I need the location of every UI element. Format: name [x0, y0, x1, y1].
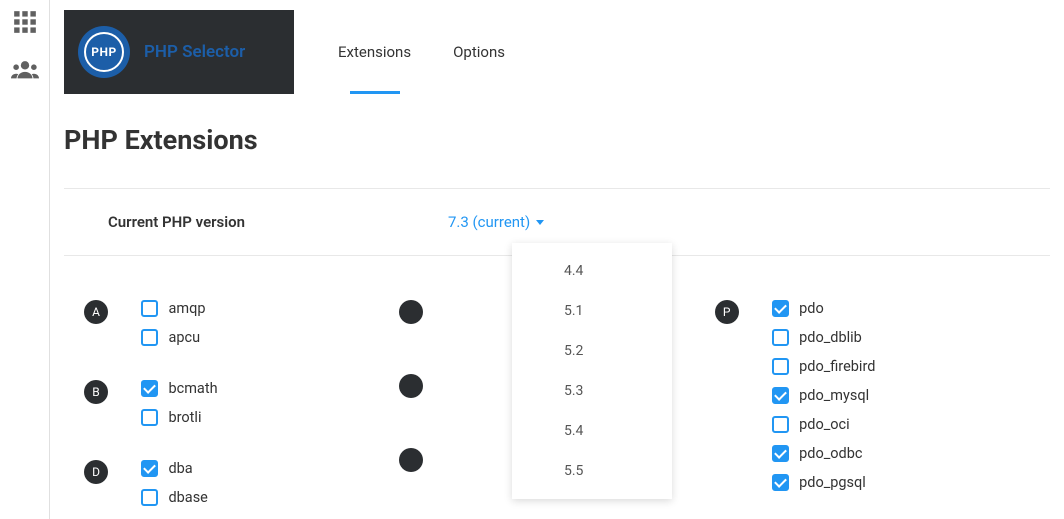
chevron-down-icon — [536, 220, 544, 225]
sidebar — [0, 0, 50, 519]
ext-label: pdo_oci — [799, 416, 850, 433]
apps-grid-icon[interactable] — [11, 8, 39, 36]
checkbox-bcmath[interactable] — [141, 380, 158, 397]
letter-badge — [399, 448, 423, 472]
checkbox-pdo-odbc[interactable] — [772, 445, 789, 462]
ext-item: dba — [141, 460, 207, 477]
ext-label: pdo — [799, 300, 824, 317]
letter-group-d: D dba dbase — [84, 460, 399, 518]
divider — [64, 188, 1050, 189]
ext-label: brotli — [168, 409, 201, 426]
checkbox-pdo-firebird[interactable] — [772, 358, 789, 375]
ext-label: amqp — [168, 300, 205, 317]
checkbox-amqp[interactable] — [141, 300, 158, 317]
ext-label: bcmath — [168, 380, 217, 397]
letter-group-b: B bcmath brotli — [84, 380, 399, 438]
version-dropdown-toggle[interactable]: 7.3 (current) — [448, 213, 544, 231]
ext-label: dba — [168, 460, 192, 477]
ext-item: pdo_firebird — [772, 358, 875, 375]
checkbox-apcu[interactable] — [141, 329, 158, 346]
dropdown-item[interactable]: 5.5 — [512, 451, 672, 491]
dropdown-item[interactable]: 5.4 — [512, 411, 672, 451]
letter-badge — [399, 374, 423, 398]
ext-item: pdo_odbc — [772, 445, 875, 462]
php-logo-icon: PHP — [78, 26, 130, 78]
content-area: PHP Extensions Current PHP version 7.3 (… — [50, 94, 1064, 519]
version-dropdown-menu: 4.4 5.1 5.2 5.3 5.4 5.5 — [512, 243, 672, 499]
column-left: A amqp apcu B — [84, 300, 399, 519]
checkbox-pdo-mysql[interactable] — [772, 387, 789, 404]
ext-item: pdo_mysql — [772, 387, 875, 404]
letter-group-a: A amqp apcu — [84, 300, 399, 358]
letter-badge: A — [84, 300, 108, 324]
users-icon[interactable] — [11, 56, 39, 84]
checkbox-brotli[interactable] — [141, 409, 158, 426]
letter-badge: P — [715, 300, 739, 324]
ext-item: pdo_pgsql — [772, 474, 875, 491]
ext-label: pdo_odbc — [799, 445, 862, 462]
ext-item: pdo_dblib — [772, 329, 875, 346]
checkbox-pdo-pgsql[interactable] — [772, 474, 789, 491]
dropdown-item[interactable]: 4.4 — [512, 251, 672, 291]
ext-label: pdo_firebird — [799, 358, 875, 375]
letter-badge — [399, 300, 423, 324]
column-right: P pdo pdo_dblib pdo_firebird — [715, 300, 1030, 519]
ext-label: pdo_pgsql — [799, 474, 866, 491]
app-title: PHP Selector — [144, 42, 245, 62]
letter-group-p: P pdo pdo_dblib pdo_firebird — [715, 300, 1030, 503]
version-row: Current PHP version 7.3 (current) 4.4 5.… — [64, 213, 1050, 255]
version-value-text: 7.3 (current) — [448, 213, 530, 231]
dropdown-item[interactable]: 5.1 — [512, 291, 672, 331]
checkbox-dba[interactable] — [141, 460, 158, 477]
main-content: PHP PHP Selector Extensions Options PHP … — [50, 0, 1064, 519]
tab-options[interactable]: Options — [449, 10, 509, 94]
ext-item: bcmath — [141, 380, 217, 397]
ext-item: dbase — [141, 489, 207, 506]
checkbox-dbase[interactable] — [141, 489, 158, 506]
page-title: PHP Extensions — [64, 124, 1050, 156]
ext-item: pdo_oci — [772, 416, 875, 433]
letter-badge: D — [84, 460, 108, 484]
ext-label: pdo_mysql — [799, 387, 869, 404]
ext-label: apcu — [168, 329, 200, 346]
tab-extensions[interactable]: Extensions — [334, 10, 415, 94]
ext-item: pdo — [772, 300, 875, 317]
ext-label: dbase — [168, 489, 207, 506]
tabs: Extensions Options — [294, 10, 1064, 94]
dropdown-item[interactable]: 5.3 — [512, 371, 672, 411]
ext-label: pdo_dblib — [799, 329, 862, 346]
header-brand: PHP PHP Selector — [64, 10, 294, 94]
ext-item: apcu — [141, 329, 205, 346]
checkbox-pdo[interactable] — [772, 300, 789, 317]
checkbox-pdo-dblib[interactable] — [772, 329, 789, 346]
checkbox-pdo-oci[interactable] — [772, 416, 789, 433]
letter-badge: B — [84, 380, 108, 404]
ext-item: amqp — [141, 300, 205, 317]
dropdown-item[interactable]: 5.2 — [512, 331, 672, 371]
ext-item: brotli — [141, 409, 217, 426]
version-label: Current PHP version — [108, 213, 448, 231]
